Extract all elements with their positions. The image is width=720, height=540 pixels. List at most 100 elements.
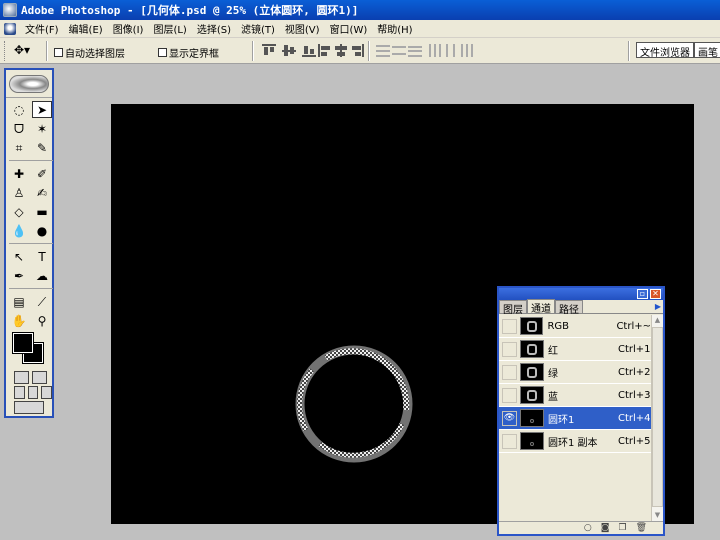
eraser-tool-icon[interactable]: ◇ (9, 203, 29, 220)
panel-menu-arrow-icon[interactable]: ▶ (655, 302, 661, 311)
clone-stamp-tool-icon[interactable]: ♙ (9, 184, 29, 201)
save-selection-as-channel-icon[interactable]: ◙ (601, 523, 610, 533)
channel-row[interactable]: 蓝 Ctrl+3 (499, 384, 651, 407)
checkbox-icon (54, 48, 63, 57)
load-channel-as-selection-icon[interactable]: ○ (584, 523, 592, 533)
tab-layers[interactable]: 图层 (499, 300, 527, 316)
menu-select[interactable]: 选择(S) (192, 21, 236, 36)
distribute-top-icon[interactable] (376, 44, 390, 57)
eyedropper-tool-icon[interactable]: ⟋ (32, 293, 52, 310)
standard-screen-mode-button[interactable] (14, 386, 25, 399)
dodge-tool-icon[interactable]: ● (32, 222, 52, 239)
channel-name: RGB (547, 320, 570, 332)
align-left-icon[interactable] (318, 44, 332, 57)
magic-wand-tool-icon[interactable]: ✶ (32, 120, 52, 137)
distribute-left-icon[interactable] (428, 44, 442, 57)
color-swatches (9, 331, 52, 369)
slice-tool-icon[interactable]: ✎ (32, 139, 52, 156)
channels-scrollbar[interactable]: ▲ ▼ (651, 315, 663, 521)
distribute-horizontal-center-icon[interactable] (444, 44, 458, 57)
channel-thumbnail (520, 363, 544, 381)
channel-shortcut: Ctrl+4 (618, 412, 651, 424)
visibility-toggle[interactable] (502, 387, 517, 403)
delete-channel-icon[interactable]: 🗑 (636, 523, 647, 533)
channel-name: 圆环1 (548, 414, 575, 426)
move-tool-preset-icon[interactable]: ✥▾ (14, 43, 30, 57)
tab-brushes[interactable]: 画笔 (694, 42, 720, 59)
marquee-tool-icon[interactable]: ◌ (9, 101, 29, 118)
menu-edit[interactable]: 编辑(E) (64, 21, 108, 36)
brush-tool-icon[interactable]: ✐ (32, 165, 52, 182)
options-bar: ✥▾ 自动选择图层 显示定界框 (0, 38, 720, 64)
photoshop-app-icon (3, 3, 17, 17)
pen-tool-icon[interactable]: ✒ (9, 267, 29, 284)
align-right-icon[interactable] (350, 44, 364, 57)
full-screen-menu-mode-button[interactable] (27, 386, 39, 399)
gradient-tool-icon[interactable]: ▬ (32, 203, 52, 220)
hand-tool-icon[interactable]: ✋ (9, 312, 29, 329)
channels-panel: ▫ ✕ 图层 通道 路径 ▶ RGB Ctrl+~ 红 Ctrl+1 绿 Ctr… (497, 286, 665, 536)
channel-shortcut: Ctrl+2 (618, 366, 651, 378)
new-channel-icon[interactable]: ❐ (618, 523, 626, 533)
tab-channels[interactable]: 通道 (527, 299, 555, 315)
channel-row-selected[interactable]: 👁 圆环1 Ctrl+4 (499, 407, 651, 430)
jump-to-imageready-button[interactable] (14, 401, 44, 414)
minimize-panel-button[interactable]: ▫ (637, 289, 648, 299)
channel-name: 圆环1 副本 (548, 437, 598, 449)
auto-select-layer-checkbox[interactable]: 自动选择图层 (54, 45, 125, 60)
tab-file-browser[interactable]: 文件浏览器 (636, 42, 694, 59)
full-screen-mode-button[interactable] (41, 386, 53, 399)
distribute-bottom-icon[interactable] (408, 44, 422, 57)
divider (368, 41, 370, 61)
distribute-vertical-center-icon[interactable] (392, 44, 406, 57)
panel-title-bar[interactable]: ▫ ✕ (499, 288, 663, 300)
distribute-right-icon[interactable] (460, 44, 474, 57)
lasso-tool-icon[interactable]: ᗜ (9, 120, 29, 137)
history-brush-tool-icon[interactable]: ✍ (32, 184, 52, 201)
toolbox-header[interactable] (6, 70, 52, 98)
healing-brush-tool-icon[interactable]: ✚ (9, 165, 29, 182)
align-bottom-icon[interactable] (302, 44, 316, 57)
channel-row[interactable]: RGB Ctrl+~ (499, 315, 651, 338)
menu-image[interactable]: 图像(I) (108, 21, 149, 36)
menu-filter[interactable]: 滤镜(T) (236, 21, 280, 36)
move-tool-icon[interactable]: ➤ (32, 101, 52, 118)
close-panel-button[interactable]: ✕ (650, 289, 661, 299)
channel-row[interactable]: 圆环1 副本 Ctrl+5 (499, 430, 651, 453)
visibility-toggle[interactable] (502, 364, 517, 380)
visibility-toggle[interactable] (502, 433, 517, 449)
show-bounding-box-checkbox[interactable]: 显示定界框 (158, 45, 219, 60)
visibility-toggle[interactable] (502, 341, 517, 357)
menu-view[interactable]: 视图(V) (280, 21, 325, 36)
eye-visibility-icon[interactable]: 👁 (502, 410, 517, 426)
channel-name: 蓝 (548, 391, 558, 403)
foreground-color-swatch[interactable] (12, 332, 34, 354)
quick-mask-mode-button[interactable] (32, 371, 47, 384)
menu-help[interactable]: 帮助(H) (372, 21, 417, 36)
align-vertical-center-icon[interactable] (282, 44, 296, 57)
tab-paths[interactable]: 路径 (555, 300, 583, 316)
menu-layer[interactable]: 图层(L) (148, 21, 191, 36)
document-icon[interactable] (4, 22, 16, 35)
options-bar-grip[interactable] (4, 41, 7, 61)
menu-window[interactable]: 窗口(W) (325, 21, 373, 36)
path-selection-tool-icon[interactable]: ↖ (9, 248, 29, 265)
menu-file[interactable]: 文件(F) (20, 21, 64, 36)
standard-mode-button[interactable] (14, 371, 29, 384)
zoom-tool-icon[interactable]: ⚲ (32, 312, 52, 329)
crop-tool-icon[interactable]: ⌗ (9, 139, 29, 156)
channel-shortcut: Ctrl+1 (618, 343, 651, 355)
align-horizontal-center-icon[interactable] (334, 44, 348, 57)
align-top-icon[interactable] (262, 44, 276, 57)
channel-row[interactable]: 绿 Ctrl+2 (499, 361, 651, 384)
notes-tool-icon[interactable]: ▤ (9, 293, 29, 310)
scroll-up-icon[interactable]: ▲ (652, 315, 663, 326)
visibility-toggle[interactable] (502, 318, 517, 334)
scrollbar-thumb[interactable] (652, 327, 663, 507)
channel-row[interactable]: 红 Ctrl+1 (499, 338, 651, 361)
adobe-eye-logo-icon[interactable] (9, 74, 49, 93)
scroll-down-icon[interactable]: ▼ (652, 510, 663, 521)
blur-tool-icon[interactable]: 💧 (9, 222, 29, 239)
type-tool-icon[interactable]: T (32, 248, 52, 265)
custom-shape-tool-icon[interactable]: ☁ (32, 267, 52, 284)
